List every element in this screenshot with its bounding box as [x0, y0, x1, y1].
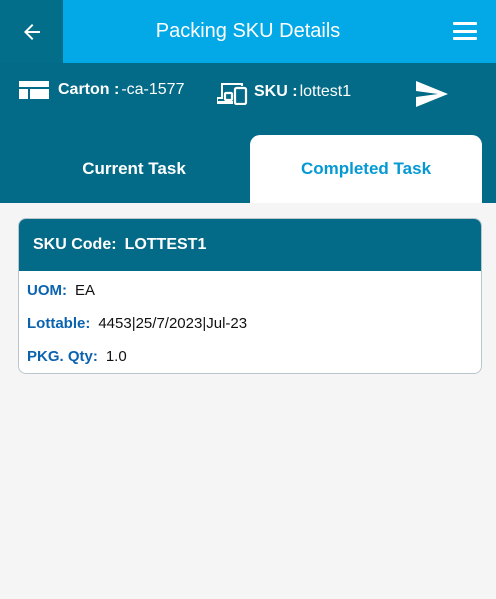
uom-value: EA — [75, 282, 96, 299]
hamburger-menu-icon — [453, 29, 477, 33]
sku-card-header: SKU Code: LOTTEST1 — [19, 219, 481, 271]
info-band: Carton : -ca-1577 SKU : lottest1 Current… — [0, 63, 496, 203]
devices-icon — [217, 83, 248, 105]
carton-label: Carton : — [58, 81, 120, 98]
sku-code-label: SKU Code: — [33, 236, 117, 253]
pkg-qty-value: 1.0 — [105, 348, 127, 365]
page-title: Packing SKU Details — [155, 20, 341, 42]
carton-sku-row: Carton : -ca-1577 SKU : lottest1 — [0, 63, 496, 123]
app-screen: Packing SKU Details Carton : -ca-1577 SK… — [0, 0, 496, 599]
menu-button[interactable] — [450, 18, 480, 44]
lottable-label: Lottable: — [27, 315, 91, 332]
uom-field: UOM: EA — [27, 282, 473, 315]
sku-value: lottest1 — [299, 83, 352, 100]
arrow-left-icon — [23, 23, 40, 40]
carton-value: -ca-1577 — [121, 81, 185, 98]
sku-card[interactable]: SKU Code: LOTTEST1 UOM: EA Lottable: 445… — [18, 218, 482, 374]
sku-card-body: UOM: EA Lottable: 4453|25/7/2023|Jul-23 … — [19, 271, 481, 373]
pkg-qty-label: PKG. Qty: — [27, 348, 98, 365]
app-bar: Packing SKU Details — [0, 0, 496, 63]
sku-info: SKU : lottest1 — [216, 79, 351, 105]
sku-code-value: LOTTEST1 — [124, 236, 207, 253]
carton-icon — [19, 81, 49, 99]
back-button[interactable] — [0, 0, 63, 63]
hamburger-menu-icon — [453, 37, 477, 40]
lottable-value: 4453|25/7/2023|Jul-23 — [98, 315, 248, 332]
hamburger-menu-icon — [453, 22, 477, 25]
sku-label: SKU : — [254, 83, 298, 100]
carton-info: Carton : -ca-1577 — [18, 79, 184, 101]
pkg-qty-field: PKG. Qty: 1.0 — [27, 348, 473, 373]
tab-completed-task[interactable]: Completed Task — [250, 135, 482, 203]
lottable-field: Lottable: 4453|25/7/2023|Jul-23 — [27, 315, 473, 348]
uom-label: UOM: — [27, 282, 67, 299]
task-tabs: Current Task Completed Task — [0, 135, 496, 203]
send-icon[interactable] — [414, 79, 450, 109]
tab-current-task[interactable]: Current Task — [18, 135, 250, 203]
